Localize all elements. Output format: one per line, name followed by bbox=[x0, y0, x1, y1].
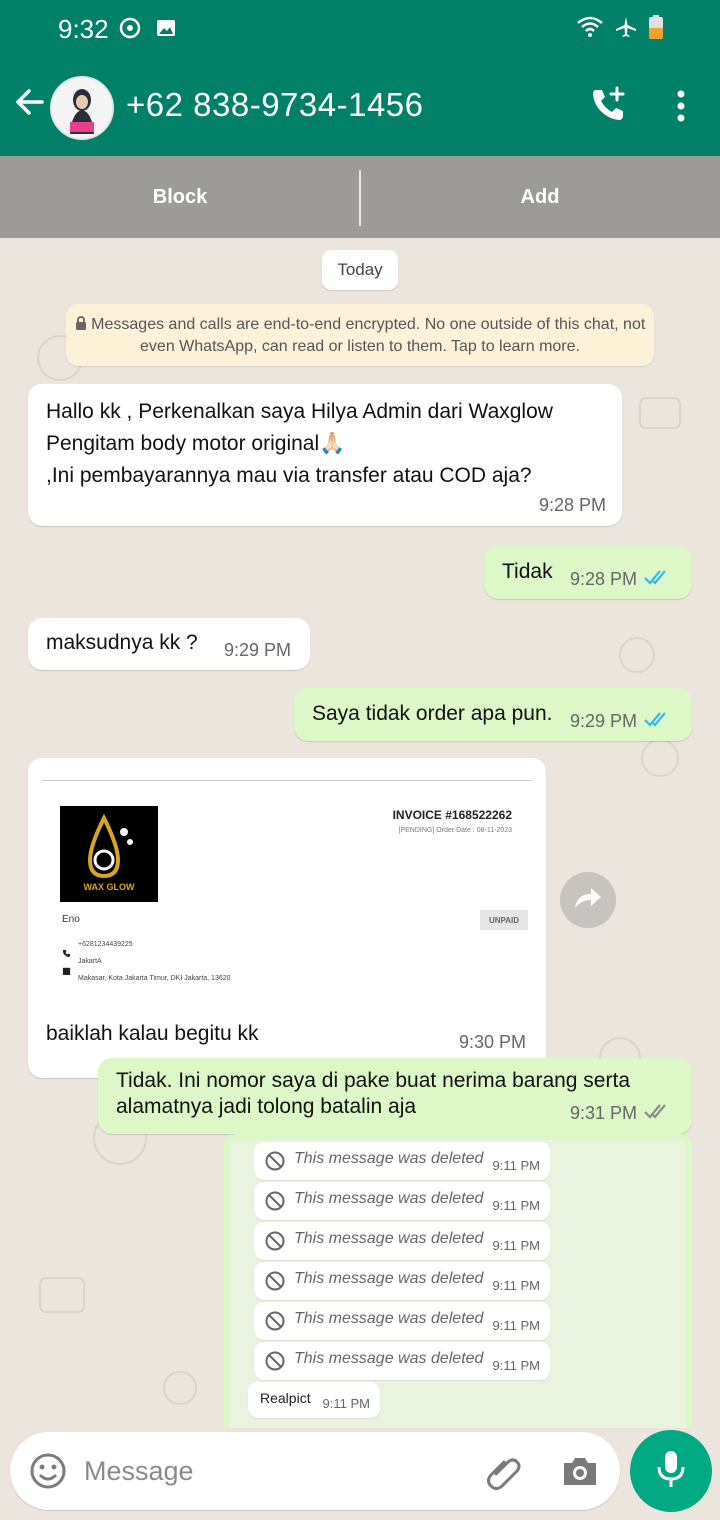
deleted-message-row: This message was deleted 9:11 PM bbox=[254, 1302, 550, 1340]
deleted-message-row: This message was deleted 9:11 PM bbox=[254, 1342, 550, 1380]
invoice-badge: UNPAID bbox=[480, 910, 528, 930]
blocked-icon bbox=[264, 1310, 286, 1337]
invoice-address-name: JakartA bbox=[78, 958, 102, 965]
message-bubble-outgoing[interactable]: Saya tidak order apa pun. 9:29 PM bbox=[294, 688, 692, 741]
message-bubble-outgoing[interactable]: Tidak. Ini nomor saya di pake buat nerim… bbox=[98, 1058, 692, 1134]
back-arrow-icon[interactable] bbox=[12, 84, 48, 125]
message-text: alamatnya jadi tolong batalin aja bbox=[116, 1095, 417, 1118]
deleted-message-row: This message was deleted 9:11 PM bbox=[254, 1182, 550, 1220]
realpict-text: Realpict bbox=[260, 1390, 311, 1406]
message-text: Tidak bbox=[502, 560, 553, 583]
forward-icon bbox=[573, 886, 603, 915]
contact-avatar[interactable] bbox=[50, 76, 114, 140]
deleted-time: 9:11 PM bbox=[492, 1198, 540, 1213]
message-caption: baiklah kalau begitu kk bbox=[46, 1022, 259, 1045]
message-text: Hallo kk , Perkenalkan saya Hilya Admin … bbox=[46, 400, 553, 423]
unknown-contact-bar: Block Add bbox=[0, 156, 720, 238]
deleted-text: This message was deleted bbox=[294, 1150, 484, 1167]
message-composer: Message bbox=[0, 1428, 720, 1520]
message-bubble-outgoing[interactable]: Tidak 9:28 PM bbox=[484, 546, 692, 599]
deleted-message-row: This message was deleted 9:11 PM bbox=[254, 1142, 550, 1180]
deleted-time: 9:11 PM bbox=[492, 1358, 540, 1373]
message-time: 9:30 PM bbox=[458, 1032, 526, 1052]
battery-icon bbox=[648, 14, 664, 47]
deleted-message-row: This message was deleted 9:11 PM bbox=[254, 1262, 550, 1300]
message-time: 9:31 PM bbox=[570, 1103, 638, 1123]
chat-area[interactable]: Today Messages and calls are end-to-end … bbox=[0, 238, 720, 1428]
blocked-icon bbox=[264, 1270, 286, 1297]
deleted-time: 9:11 PM bbox=[492, 1278, 540, 1293]
wifi-icon bbox=[576, 15, 604, 46]
deleted-messages-screenshot[interactable]: This message was deleted 9:11 PM This me… bbox=[224, 1134, 692, 1428]
airplane-mode-icon bbox=[614, 15, 638, 46]
invoice-image[interactable]: WAX GLOW INVOICE #168522262 [PENDING] Or… bbox=[42, 772, 532, 990]
read-double-check-icon bbox=[643, 568, 673, 591]
date-chip: Today bbox=[322, 250, 398, 290]
realpict-time: 9:11 PM bbox=[322, 1396, 370, 1411]
add-contact-button[interactable]: Add bbox=[360, 156, 720, 238]
message-time: 9:29 PM bbox=[224, 640, 292, 660]
deleted-text: This message was deleted bbox=[294, 1350, 484, 1367]
read-double-check-icon bbox=[643, 710, 673, 733]
message-placeholder: Message bbox=[84, 1456, 194, 1486]
more-options-icon[interactable] bbox=[670, 86, 692, 131]
status-time: 9:32 bbox=[58, 14, 109, 44]
deleted-time: 9:11 PM bbox=[492, 1158, 540, 1173]
sync-icon bbox=[118, 16, 142, 47]
microphone-icon bbox=[654, 1449, 688, 1494]
message-time: 9:28 PM bbox=[570, 569, 638, 589]
deleted-text: This message was deleted bbox=[294, 1310, 484, 1327]
block-button[interactable]: Block bbox=[0, 156, 360, 238]
emoji-icon[interactable] bbox=[28, 1451, 68, 1496]
invoice-logo: WAX GLOW bbox=[60, 806, 158, 902]
message-input[interactable]: Message bbox=[10, 1432, 620, 1510]
invoice-title: INVOICE #168522262 bbox=[392, 808, 512, 822]
invoice-phone: +6281234439225 bbox=[78, 941, 133, 948]
message-text: ,Ini pembayarannya mau via transfer atau… bbox=[46, 464, 532, 487]
realpict-row: Realpict 9:11 PM bbox=[248, 1382, 380, 1418]
contact-name[interactable]: +62 838-9734-1456 bbox=[126, 86, 424, 124]
blocked-icon bbox=[264, 1230, 286, 1257]
camera-icon[interactable] bbox=[560, 1453, 600, 1494]
building-icon bbox=[62, 957, 71, 981]
deleted-text: This message was deleted bbox=[294, 1230, 484, 1247]
message-bubble-incoming[interactable]: maksudnya kk ? 9:29 PM bbox=[28, 618, 310, 670]
deleted-text: This message was deleted bbox=[294, 1270, 484, 1287]
invoice-status-line: [PENDING] Order Date : 08-11-2023 bbox=[398, 827, 512, 834]
message-text: maksudnya kk ? bbox=[46, 631, 198, 654]
status-bar: 9:32 bbox=[0, 0, 720, 56]
deleted-text: This message was deleted bbox=[294, 1190, 484, 1207]
blocked-icon bbox=[264, 1150, 286, 1177]
deleted-time: 9:11 PM bbox=[492, 1238, 540, 1253]
message-time: 9:28 PM bbox=[538, 495, 606, 515]
encryption-notice[interactable]: Messages and calls are end-to-end encryp… bbox=[66, 304, 654, 366]
lock-icon bbox=[75, 315, 87, 336]
forward-button[interactable] bbox=[560, 872, 616, 928]
voice-record-button[interactable] bbox=[630, 1430, 712, 1512]
add-call-icon[interactable] bbox=[588, 84, 628, 129]
encryption-notice-text: Messages and calls are end-to-end encryp… bbox=[91, 316, 646, 355]
deleted-message-row: This message was deleted 9:11 PM bbox=[254, 1222, 550, 1260]
invoice-customer: Eno bbox=[62, 914, 80, 925]
message-text: Tidak. Ini nomor saya di pake buat nerim… bbox=[116, 1069, 630, 1092]
message-text: Saya tidak order apa pun. bbox=[312, 702, 553, 725]
blocked-icon bbox=[264, 1350, 286, 1377]
delivered-double-check-icon bbox=[643, 1102, 673, 1125]
chat-header: +62 838-9734-1456 bbox=[0, 56, 720, 156]
blocked-icon bbox=[264, 1190, 286, 1217]
deleted-time: 9:11 PM bbox=[492, 1318, 540, 1333]
invoice-address: Makasar, Kota Jakarta Timur, DKI Jakarta… bbox=[78, 975, 231, 982]
message-time: 9:29 PM bbox=[570, 711, 638, 731]
attachment-icon[interactable] bbox=[482, 1452, 522, 1497]
image-icon bbox=[154, 16, 178, 47]
message-bubble-incoming[interactable]: Hallo kk , Perkenalkan saya Hilya Admin … bbox=[28, 384, 622, 526]
message-bubble-incoming-image[interactable]: WAX GLOW INVOICE #168522262 [PENDING] Or… bbox=[28, 758, 546, 1078]
message-text: Pengitam body motor original🙏🏻 bbox=[46, 432, 346, 455]
invoice-brand: WAX GLOW bbox=[83, 882, 135, 892]
